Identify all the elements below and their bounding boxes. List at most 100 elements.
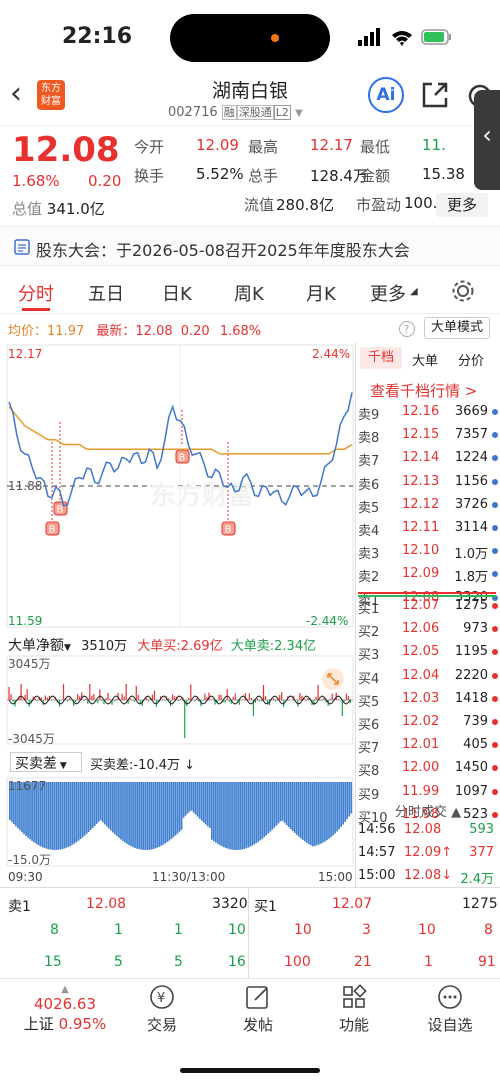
book-row[interactable]: 买4 12.04 2220 — [356, 668, 500, 689]
tab-intraday[interactable]: 分时 — [18, 280, 54, 306]
diff-bar — [267, 782, 270, 834]
more-button[interactable]: 更多 — [436, 193, 488, 217]
diff-bar — [247, 782, 250, 848]
intraday-chart[interactable]: 东方财富 12.17 11.88 11.59 2.44% -2.44% BBBB — [0, 342, 356, 632]
tab-monthly-k[interactable]: 月K — [306, 280, 336, 306]
book-level: 卖2 — [358, 570, 380, 586]
share-icon[interactable] — [420, 80, 450, 110]
stock-code-row: 002716 融深股通 L2 ▼ — [168, 104, 303, 120]
diff-bar — [61, 782, 64, 850]
diff-bar — [49, 782, 52, 850]
tab-weekly-k[interactable]: 周K — [234, 280, 264, 306]
watchlist-tab[interactable]: 设自选 — [400, 984, 500, 1035]
book-dot — [492, 626, 498, 633]
book-row[interactable]: 买7 12.01 405 — [356, 737, 500, 758]
book-row[interactable]: 卖8 12.15 7357 — [356, 427, 500, 448]
diff-bar — [81, 782, 84, 838]
book-row[interactable]: 卖7 12.14 1224 — [356, 450, 500, 471]
book-dot — [492, 742, 498, 749]
status-bar: 22:16 — [0, 0, 500, 72]
trade-row: 14:56 12.08 593 — [358, 822, 494, 837]
trade-icon: ¥ — [150, 985, 174, 1009]
book-row[interactable]: 买6 12.02 739 — [356, 714, 500, 735]
ai-button[interactable]: Ai — [368, 77, 404, 113]
trade-row: 14:57 12.09↑ 377 — [358, 845, 494, 860]
queue-cell: 91 — [478, 954, 496, 970]
side-panel-handle[interactable]: ‹ — [474, 90, 500, 190]
book-price: 12.07 — [402, 598, 440, 613]
diff-bar — [182, 782, 185, 818]
diff-bar — [71, 782, 74, 845]
diff-bar — [305, 782, 308, 843]
book-row[interactable]: 买5 12.03 1418 — [356, 691, 500, 712]
diff-bar — [309, 782, 312, 846]
diff-bar — [89, 782, 92, 831]
book-row[interactable]: 卖5 12.12 3726 — [356, 497, 500, 518]
diff-selector[interactable]: 买卖差 ▼ — [10, 752, 82, 772]
diff-bar — [223, 782, 225, 848]
book-row[interactable]: 买2 12.06 973 — [356, 621, 500, 642]
book-volume: 3669 — [454, 404, 488, 419]
y-max-label: 12.17 — [8, 347, 42, 361]
buy-marker-label: B — [49, 525, 56, 536]
trade-tab[interactable]: ¥ 交易 — [112, 984, 212, 1035]
diff-bar — [198, 782, 201, 819]
book-row[interactable]: 卖9 12.16 3669 — [356, 404, 500, 425]
trade-row: 15:00 12.08↓ 2.4万 — [358, 868, 494, 887]
back-icon[interactable]: ‹ — [10, 76, 22, 111]
book-price: 12.15 — [402, 427, 440, 443]
book-level: 买2 — [358, 625, 380, 641]
book-row[interactable]: 买1 12.07 1275 — [356, 598, 500, 619]
tab-thousand-levels[interactable]: 千档 — [360, 347, 402, 369]
queue-cell: 10 — [228, 922, 246, 938]
post-tab[interactable]: 发帖 — [208, 984, 308, 1035]
flow-top-label: 3045万 — [8, 657, 51, 671]
book-row[interactable]: 卖6 12.13 1156 — [356, 474, 500, 495]
big-order-flow-chart[interactable]: 3045万 -3045万 — [0, 654, 356, 748]
diff-bar — [65, 782, 68, 848]
diff-bar — [332, 782, 334, 836]
diff-bar — [283, 782, 286, 823]
book-level: 买3 — [358, 648, 380, 664]
gear-icon[interactable] — [452, 280, 474, 302]
book-row[interactable]: 卖3 12.10 1.0万 — [356, 543, 500, 564]
book-row[interactable]: 买8 12.00 1450 — [356, 760, 500, 781]
book-volume: 1097 — [454, 783, 488, 799]
x-label-open: 09:30 — [8, 870, 43, 884]
index-widget[interactable]: ▲ 4026.63 上证 0.95% — [0, 984, 130, 1034]
tab-big-orders[interactable]: 大单 — [412, 350, 438, 369]
book-row[interactable]: 买3 12.05 1195 — [356, 644, 500, 665]
tab-price-dist[interactable]: 分价 — [458, 350, 484, 369]
y-ref-label: 11.88 — [8, 479, 42, 493]
diff-bar — [77, 782, 80, 841]
quote-label: 市盈动 — [356, 196, 402, 214]
function-tab[interactable]: 功能 — [304, 984, 404, 1035]
grid-icon — [343, 984, 367, 1008]
diff-bar — [83, 782, 86, 836]
book-dot — [492, 603, 498, 609]
tab-five-day[interactable]: 五日 — [88, 280, 124, 306]
view-book-link[interactable]: 查看千档行情 > — [370, 380, 477, 401]
big-order-mode-button[interactable]: 大单模式 — [424, 317, 490, 339]
diff-bar — [164, 782, 167, 844]
tab-more[interactable]: 更多 — [370, 280, 406, 306]
diff-bar — [112, 782, 114, 833]
diff-bar — [208, 782, 211, 829]
price-change: 0.20 — [88, 172, 122, 190]
diff-bar — [180, 782, 183, 830]
diff-bar — [140, 782, 142, 850]
diff-bar — [303, 782, 306, 842]
book-row[interactable]: 卖4 12.11 3114 — [356, 520, 500, 541]
buy-sell-diff-chart[interactable]: 11677 -15.0万 — [0, 776, 356, 870]
quote-label: 最高 — [248, 138, 279, 156]
diff-bar — [73, 782, 76, 844]
book-row[interactable]: 卖2 12.09 1.8万 — [356, 566, 500, 587]
help-icon[interactable]: ? — [398, 320, 416, 338]
diff-bar — [219, 782, 221, 846]
tag-connect: 深股通 — [236, 105, 274, 120]
ask-bid-divider-red — [358, 592, 496, 594]
tab-daily-k[interactable]: 日K — [162, 280, 192, 306]
notice-bar[interactable]: 股东大会：于2026-05-08召开2025年年度股东大会 — [0, 226, 500, 266]
diff-bar — [259, 782, 262, 841]
diff-bar — [342, 782, 344, 825]
